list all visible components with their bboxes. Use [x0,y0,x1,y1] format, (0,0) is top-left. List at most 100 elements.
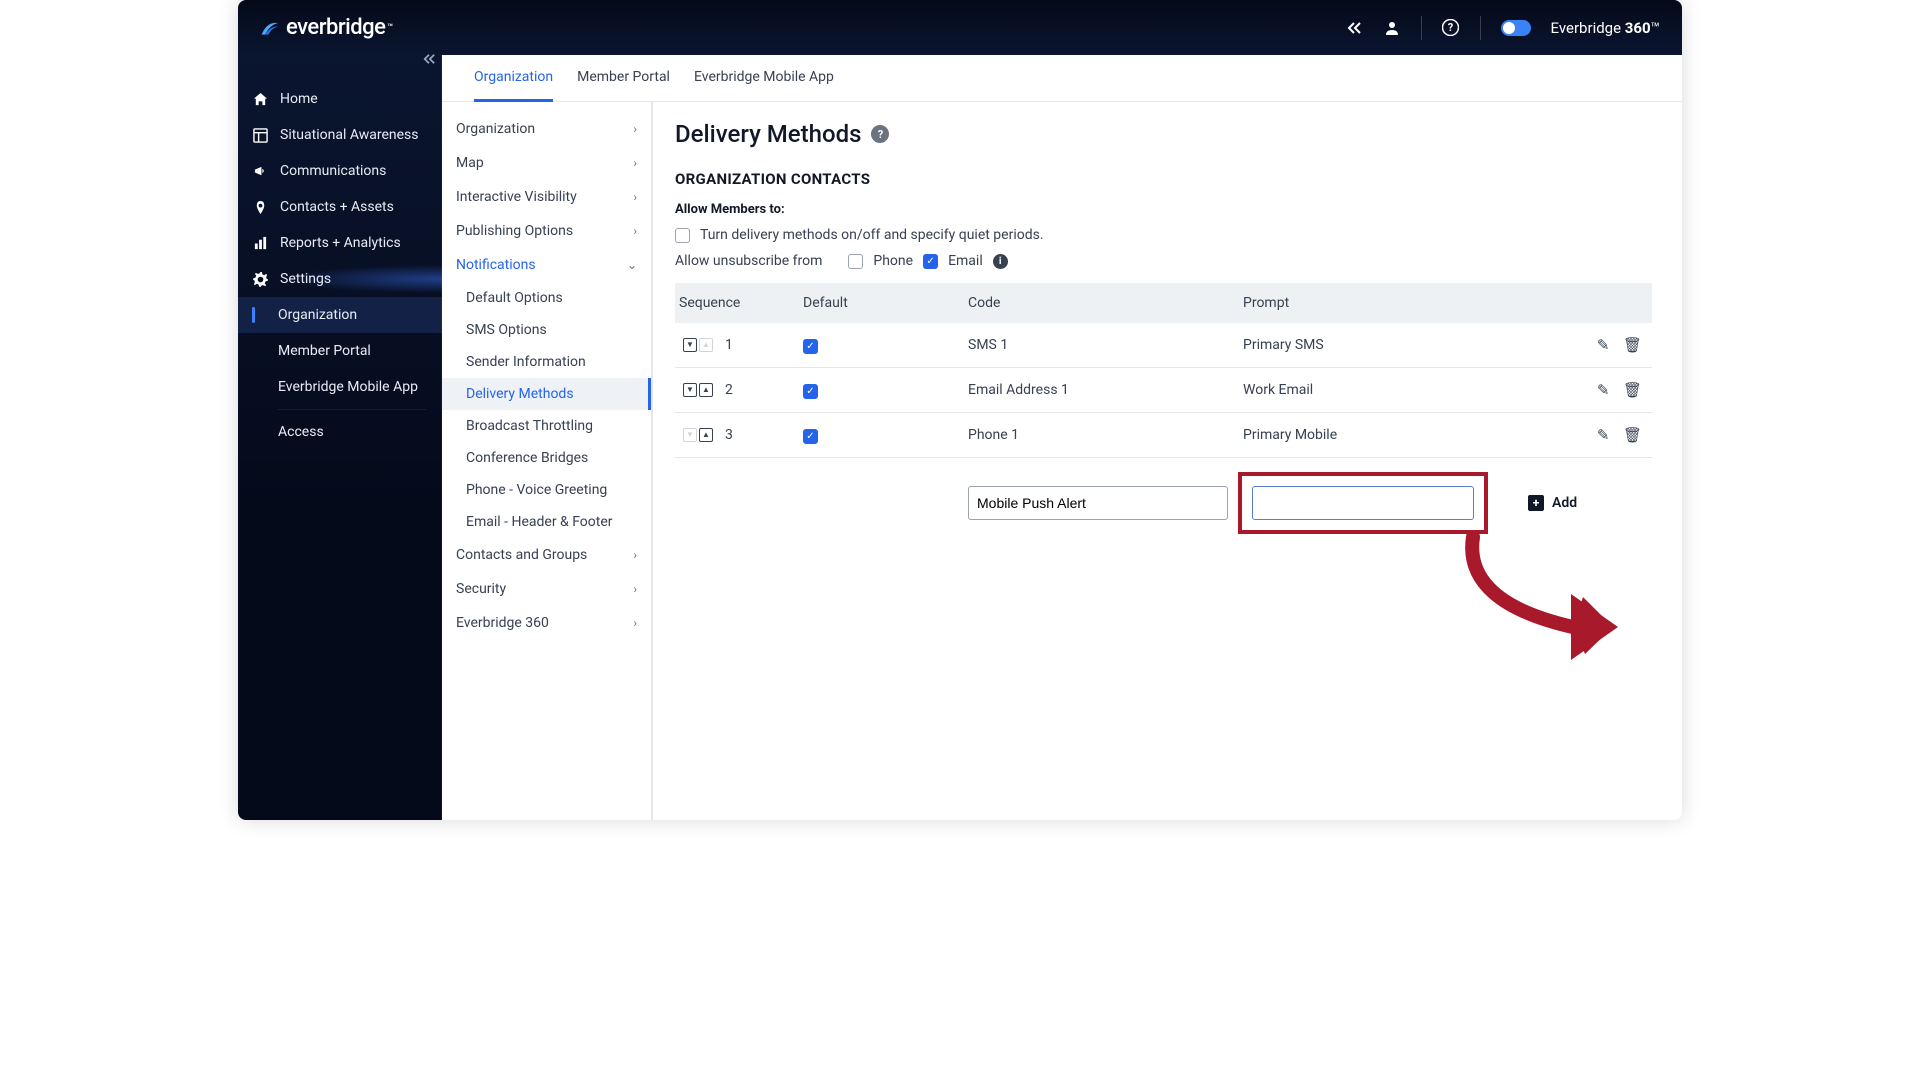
tab-member-portal[interactable]: Member Portal [577,69,670,101]
divider [1480,16,1481,40]
content-wrap: Organization› Map› Interactive Visibilit… [442,102,1682,820]
chart-icon [252,235,268,251]
new-code-input[interactable] [968,486,1228,520]
tree-sender-information[interactable]: Sender Information [442,346,651,378]
tree-email-header-footer[interactable]: Email - Header & Footer [442,506,651,538]
delete-icon[interactable]: 🗑 [1623,381,1642,399]
primary-sidebar: Home Situational Awareness Communication… [238,55,442,820]
nav-communications[interactable]: Communications [238,153,442,189]
svg-text:?: ? [1448,21,1454,34]
tab-everbridge-mobile-app[interactable]: Everbridge Mobile App [694,69,834,101]
tree-phone-voice-greeting[interactable]: Phone - Voice Greeting [442,474,651,506]
default-checkbox[interactable]: ✓ [803,339,818,354]
tree-everbridge-360[interactable]: Everbridge 360› [442,606,651,640]
help-icon[interactable]: ? [871,125,889,143]
delete-icon[interactable]: 🗑 [1623,426,1642,444]
edit-icon[interactable]: ✎ [1597,336,1610,354]
delivery-methods-table: Sequence Default Code Prompt ▼ ▲ [675,283,1652,548]
move-up-icon[interactable]: ▲ [699,383,713,397]
move-up-icon[interactable]: ▲ [699,428,713,442]
brand-right-label: Everbridge 360™ [1551,19,1660,37]
edit-icon[interactable]: ✎ [1597,426,1610,444]
top-bar: everbridge™ ? Everbridge 360™ [238,0,1682,55]
nav-settings[interactable]: Settings [238,261,442,297]
header-prompt: Prompt [1243,295,1572,311]
tree-contacts-and-groups[interactable]: Contacts and Groups› [442,538,651,572]
nav-label: Situational Awareness [280,127,419,143]
everbridge-logo-icon [260,19,280,37]
chevron-right-icon: › [633,122,637,136]
header-default: Default [803,295,968,311]
collapse-double-icon[interactable] [1345,19,1363,37]
subnav-access[interactable]: Access [238,414,442,450]
nav-label: Reports + Analytics [280,235,401,251]
turn-on-off-row: Turn delivery methods on/off and specify… [675,227,1652,243]
default-checkbox[interactable]: ✓ [803,429,818,444]
tab-bar: Organization Member Portal Everbridge Mo… [442,55,1682,102]
sequence-number: 1 [725,337,733,353]
home-icon [252,91,268,107]
default-checkbox[interactable]: ✓ [803,384,818,399]
header-sequence: Sequence [675,295,803,311]
turn-on-off-checkbox[interactable] [675,228,690,243]
sequence-number: 3 [725,427,733,443]
chevron-right-icon: › [633,224,637,238]
megaphone-icon [252,163,268,179]
main-panel: Delivery Methods ? ORGANIZATION CONTACTS… [652,102,1682,820]
top-right-controls: ? Everbridge 360™ [1345,16,1660,40]
chevron-right-icon: › [633,582,637,596]
settings-tree: Organization› Map› Interactive Visibilit… [442,102,652,820]
nav-situational-awareness[interactable]: Situational Awareness [238,117,442,153]
tree-conference-bridges[interactable]: Conference Bridges [442,442,651,474]
brand-logo: everbridge™ [260,15,393,40]
tab-organization[interactable]: Organization [474,69,553,102]
edit-icon[interactable]: ✎ [1597,381,1610,399]
table-header: Sequence Default Code Prompt [675,283,1652,323]
tree-map[interactable]: Map› [442,146,651,180]
move-down-icon[interactable]: ▼ [683,383,697,397]
tree-broadcast-throttling[interactable]: Broadcast Throttling [442,410,651,442]
subnav-organization[interactable]: Organization [238,297,442,333]
nav-label: Settings [280,271,331,287]
prompt-cell: Primary Mobile [1243,427,1572,443]
tree-publishing-options[interactable]: Publishing Options› [442,214,651,248]
info-icon[interactable]: i [993,254,1008,269]
subnav-member-portal[interactable]: Member Portal [238,333,442,369]
tree-sms-options[interactable]: SMS Options [442,314,651,346]
chevron-down-icon: ⌄ [627,258,637,272]
table-row: ▼ ▲ 3 ✓ Phone 1 Primary Mobile ✎ 🗑 [675,413,1652,458]
sidebar-collapse-icon[interactable] [419,49,439,69]
unsubscribe-label: Allow unsubscribe from [675,253,822,269]
add-label: Add [1552,495,1577,511]
tree-security[interactable]: Security› [442,572,651,606]
user-icon[interactable] [1383,19,1401,37]
tree-interactive-visibility[interactable]: Interactive Visibility› [442,180,651,214]
mode-toggle[interactable] [1501,20,1531,36]
brand-name: everbridge™ [286,15,393,40]
chevron-right-icon: › [633,616,637,630]
nav-contacts-assets[interactable]: Contacts + Assets [238,189,442,225]
gear-icon [252,271,268,287]
help-icon[interactable]: ? [1442,19,1460,37]
delete-icon[interactable]: 🗑 [1623,336,1642,354]
nav-home[interactable]: Home [238,81,442,117]
nav-reports-analytics[interactable]: Reports + Analytics [238,225,442,261]
tree-default-options[interactable]: Default Options [442,282,651,314]
chevron-right-icon: › [633,190,637,204]
move-down-icon[interactable]: ▼ [683,338,697,352]
phone-checkbox[interactable] [848,254,863,269]
tree-organization[interactable]: Organization› [442,112,651,146]
content-area: Organization Member Portal Everbridge Mo… [442,55,1682,820]
header-code: Code [968,295,1243,311]
table-row: ▼ ▲ 2 ✓ Email Address 1 Work Email ✎ 🗑 [675,368,1652,413]
email-checkbox[interactable]: ✓ [923,254,938,269]
tree-delivery-methods[interactable]: Delivery Methods [442,378,651,410]
subnav-everbridge-mobile-app[interactable]: Everbridge Mobile App [238,369,442,405]
prompt-cell: Primary SMS [1243,337,1572,353]
new-prompt-input[interactable] [1252,486,1474,520]
nav-label: Home [280,91,318,107]
add-row: + Add [675,458,1652,548]
add-button[interactable]: + Add [1528,495,1577,511]
annotation-arrow-icon [1453,532,1643,662]
tree-notifications[interactable]: Notifications⌄ [442,248,651,282]
